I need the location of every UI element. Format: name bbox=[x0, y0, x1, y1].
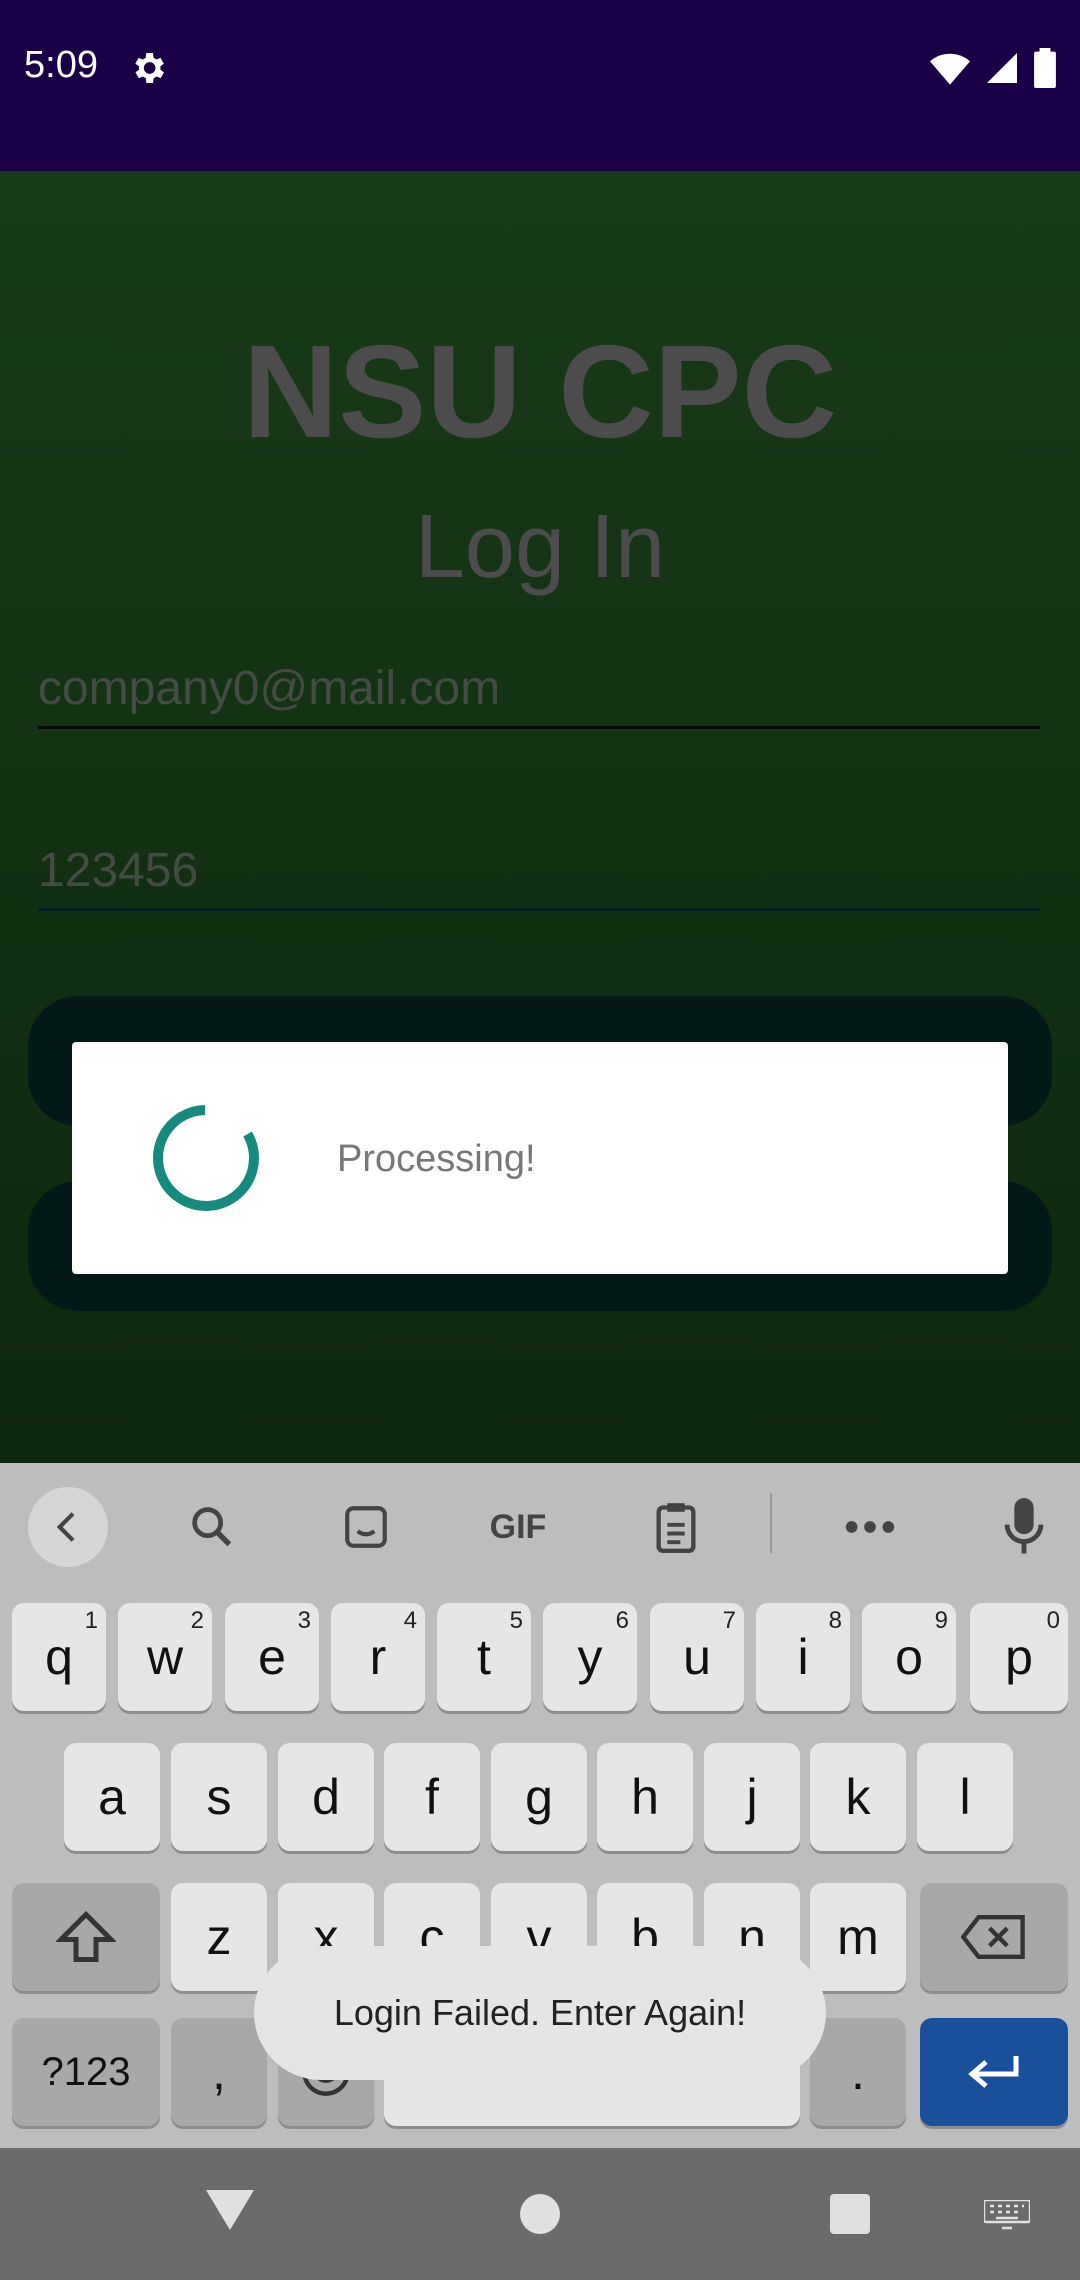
key-y[interactable]: y6 bbox=[543, 1603, 637, 1711]
wifi-icon bbox=[930, 53, 970, 85]
key-h[interactable]: h bbox=[597, 1743, 693, 1851]
keyboard-toolbar: GIF bbox=[0, 1463, 1080, 1583]
key-label: i bbox=[797, 1629, 809, 1685]
toast-message: Login Failed. Enter Again! bbox=[254, 1946, 826, 2080]
enter-key[interactable] bbox=[920, 2018, 1068, 2126]
status-time: 5:09 bbox=[24, 44, 98, 86]
toolbar-divider bbox=[770, 1493, 772, 1553]
mic-icon[interactable] bbox=[984, 1487, 1064, 1567]
shift-icon bbox=[56, 1910, 116, 1962]
key-hint: 2 bbox=[190, 1607, 204, 1634]
key-w[interactable]: w2 bbox=[118, 1603, 212, 1711]
backspace-icon bbox=[961, 1915, 1025, 1959]
key-label: u bbox=[683, 1629, 711, 1685]
key-t[interactable]: t5 bbox=[437, 1603, 531, 1711]
key-label: p bbox=[1005, 1629, 1033, 1685]
key-hint: 1 bbox=[84, 1607, 98, 1634]
signal-icon bbox=[987, 53, 1017, 83]
key-p[interactable]: p0 bbox=[970, 1603, 1068, 1711]
battery-icon bbox=[1034, 48, 1056, 88]
keyboard-icon[interactable] bbox=[982, 2198, 1032, 2235]
comma-key[interactable]: , bbox=[171, 2018, 267, 2126]
gif-button[interactable]: GIF bbox=[478, 1487, 558, 1567]
clipboard-icon[interactable] bbox=[636, 1487, 716, 1567]
key-d[interactable]: d bbox=[278, 1743, 374, 1851]
key-hint: 4 bbox=[403, 1607, 417, 1634]
key-f[interactable]: f bbox=[384, 1743, 480, 1851]
key-e[interactable]: e3 bbox=[225, 1603, 319, 1711]
key-label: q bbox=[45, 1629, 73, 1685]
back-chevron-icon[interactable] bbox=[28, 1487, 108, 1567]
key-m[interactable]: m bbox=[810, 1883, 906, 1991]
symbols-key[interactable]: ?123 bbox=[12, 2018, 160, 2126]
key-s[interactable]: s bbox=[171, 1743, 267, 1851]
settings-icon bbox=[135, 53, 164, 83]
key-q[interactable]: q1 bbox=[12, 1603, 106, 1711]
key-hint: 0 bbox=[1046, 1607, 1060, 1634]
loading-spinner-icon bbox=[153, 1105, 259, 1211]
key-r[interactable]: r4 bbox=[331, 1603, 425, 1711]
key-hint: 7 bbox=[722, 1607, 736, 1634]
key-z[interactable]: z bbox=[171, 1883, 267, 1991]
key-label: w bbox=[146, 1629, 184, 1685]
key-hint: 8 bbox=[828, 1607, 842, 1634]
key-label: o bbox=[895, 1629, 923, 1685]
key-label: y bbox=[577, 1629, 603, 1685]
shift-key[interactable] bbox=[12, 1883, 160, 1991]
key-hint: 5 bbox=[509, 1607, 523, 1634]
key-g[interactable]: g bbox=[491, 1743, 587, 1851]
dialog-message: Processing! bbox=[337, 1138, 536, 1180]
key-j[interactable]: j bbox=[704, 1743, 800, 1851]
more-icon[interactable] bbox=[830, 1487, 910, 1567]
processing-dialog: Processing! bbox=[72, 1042, 1008, 1274]
key-o[interactable]: o9 bbox=[862, 1603, 956, 1711]
search-icon[interactable] bbox=[172, 1487, 252, 1567]
key-l[interactable]: l bbox=[917, 1743, 1013, 1851]
key-hint: 9 bbox=[934, 1607, 948, 1634]
key-hint: 3 bbox=[297, 1607, 311, 1634]
enter-icon bbox=[968, 2056, 1019, 2088]
nav-home-icon[interactable] bbox=[518, 2192, 562, 2241]
key-a[interactable]: a bbox=[64, 1743, 160, 1851]
key-k[interactable]: k bbox=[810, 1743, 906, 1851]
nav-recents-icon[interactable] bbox=[828, 2192, 872, 2241]
key-i[interactable]: i8 bbox=[756, 1603, 850, 1711]
key-label: e bbox=[258, 1629, 286, 1685]
key-label: t bbox=[477, 1629, 491, 1685]
sticker-icon[interactable] bbox=[326, 1487, 406, 1567]
period-key[interactable]: . bbox=[810, 2018, 906, 2126]
status-bar: 5:09 bbox=[0, 0, 1080, 171]
backspace-key[interactable] bbox=[920, 1883, 1068, 1991]
key-hint: 6 bbox=[615, 1607, 629, 1634]
navigation-bar bbox=[0, 2148, 1080, 2280]
key-label: r bbox=[369, 1629, 387, 1685]
nav-back-icon[interactable] bbox=[204, 2188, 256, 2237]
key-u[interactable]: u7 bbox=[650, 1603, 744, 1711]
